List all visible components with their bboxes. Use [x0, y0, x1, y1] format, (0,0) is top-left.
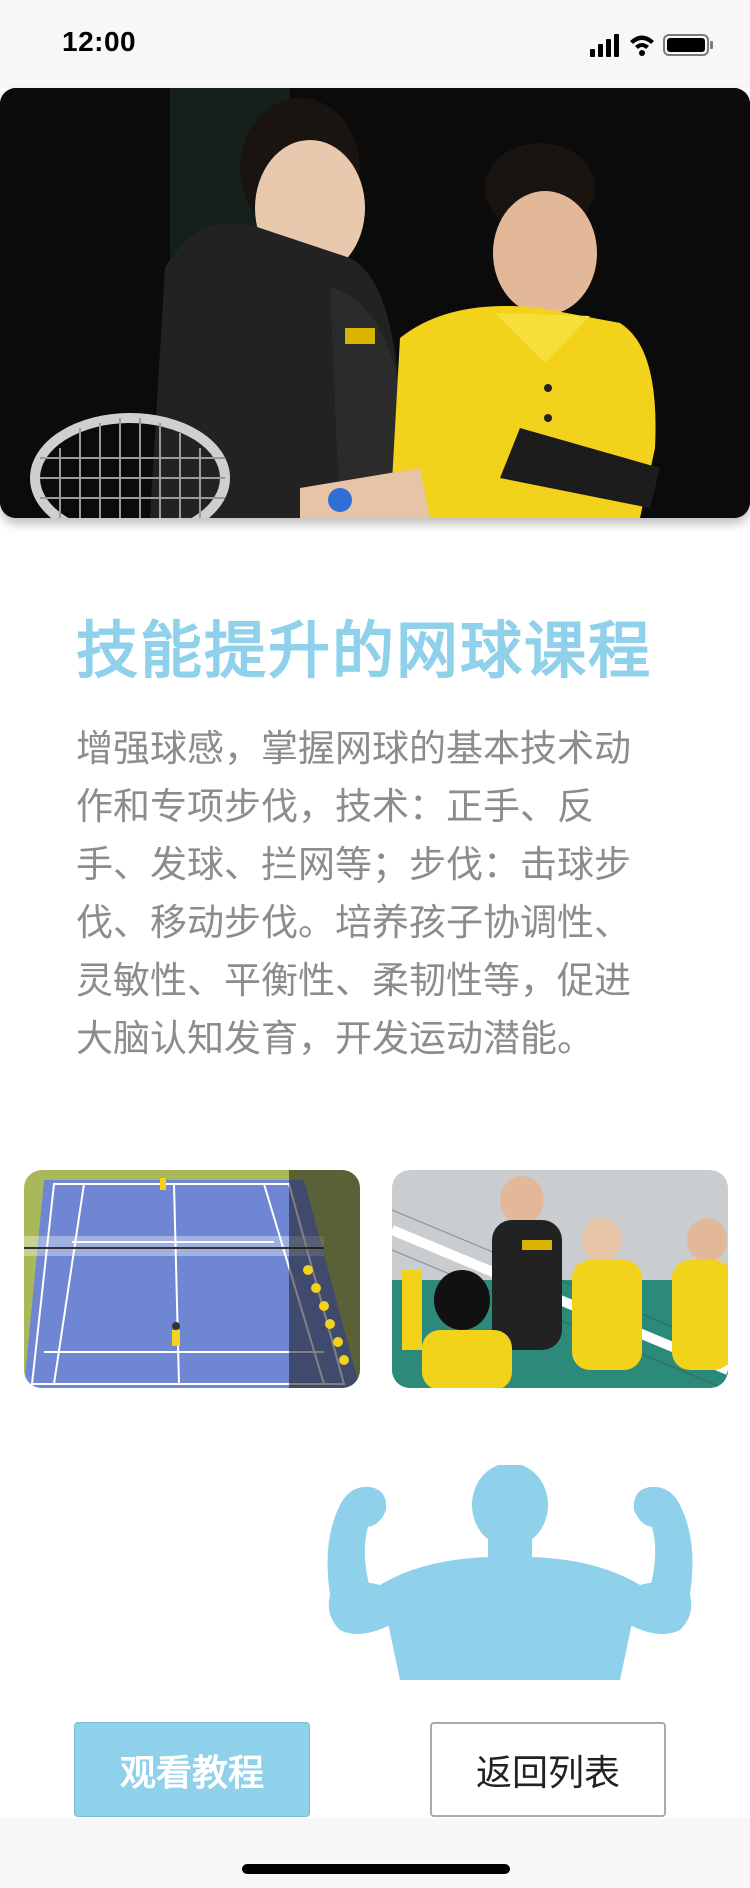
strong-man-icon	[327, 1465, 693, 1680]
back-to-list-button[interactable]: 返回列表	[430, 1722, 666, 1817]
kids-at-net-photo	[392, 1170, 728, 1388]
signal-icon	[590, 34, 619, 57]
coach-and-student-photo	[0, 88, 750, 518]
bottom-safe-area	[0, 1818, 750, 1888]
battery-icon	[663, 34, 713, 56]
home-indicator[interactable]	[242, 1864, 510, 1874]
status-icons	[590, 34, 713, 57]
course-description: 增强球感，掌握网球的基本技术动作和专项步伐，技术：正手、反手、发球、拦网等；步伐…	[76, 727, 631, 1060]
tennis-court-photo	[24, 1170, 360, 1388]
wifi-icon	[630, 35, 654, 56]
status-time: 12:00	[62, 26, 137, 57]
watch-tutorial-button[interactable]: 观看教程	[74, 1722, 310, 1817]
course-title: 技能提升的网球课程	[76, 614, 653, 687]
hero-image	[0, 88, 750, 518]
status-bar: 12:00	[0, 0, 750, 88]
